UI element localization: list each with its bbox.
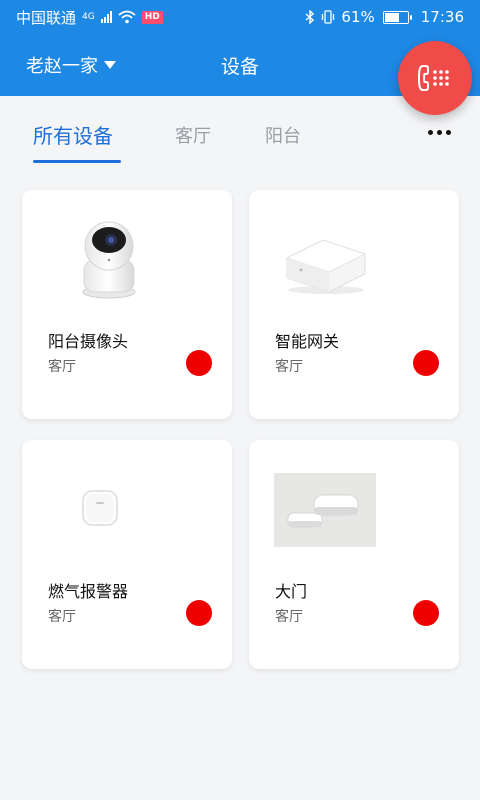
status-bar-left: 中国联通 4G HD [16, 7, 163, 28]
device-card[interactable]: 燃气报警器 客厅 [22, 440, 232, 669]
device-name: 阳台摄像头 [48, 332, 129, 351]
device-room: 客厅 [275, 609, 303, 625]
tab-all-devices[interactable]: 所有设备 [33, 120, 113, 149]
device-room: 客厅 [48, 359, 76, 375]
more-options-icon[interactable] [428, 130, 451, 135]
network-type: 4G [82, 12, 95, 22]
device-card[interactable]: 智能网关 客厅 [249, 190, 459, 419]
status-indicator [413, 600, 439, 626]
status-bar-right: 61% 17:36 [305, 8, 464, 26]
clock: 17:36 [420, 8, 464, 26]
gas-alarm-icon [82, 490, 118, 526]
wifi-icon [118, 10, 136, 24]
vibrate-icon [322, 10, 335, 24]
room-tabs: 所有设备 客厅 阳台 [0, 96, 480, 166]
tab-living-room[interactable]: 客厅 [175, 122, 211, 148]
device-card[interactable]: 大门 客厅 [249, 440, 459, 669]
active-tab-indicator [33, 160, 121, 163]
phone-dialpad-icon [417, 65, 449, 91]
device-name: 大门 [275, 582, 308, 601]
status-indicator [186, 600, 212, 626]
camera-icon [82, 221, 136, 299]
carrier-label: 中国联通 [16, 8, 77, 27]
battery-percent: 61% [341, 8, 375, 26]
battery-icon [382, 10, 412, 24]
door-sensor-icon [274, 473, 376, 547]
device-room: 客厅 [275, 359, 303, 375]
gateway-icon [285, 239, 367, 294]
device-name: 燃气报警器 [48, 582, 129, 601]
status-bar: 中国联通 4G HD 61% 17:36 [0, 0, 480, 34]
device-room: 客厅 [48, 609, 76, 625]
status-indicator [186, 350, 212, 376]
call-button[interactable] [398, 41, 472, 115]
device-name: 智能网关 [275, 332, 340, 351]
device-card[interactable]: 阳台摄像头 客厅 [22, 190, 232, 419]
bluetooth-icon [305, 10, 315, 24]
tab-balcony[interactable]: 阳台 [265, 122, 301, 148]
hd-badge: HD [141, 10, 163, 24]
status-indicator [413, 350, 439, 376]
signal-icon [100, 11, 112, 23]
